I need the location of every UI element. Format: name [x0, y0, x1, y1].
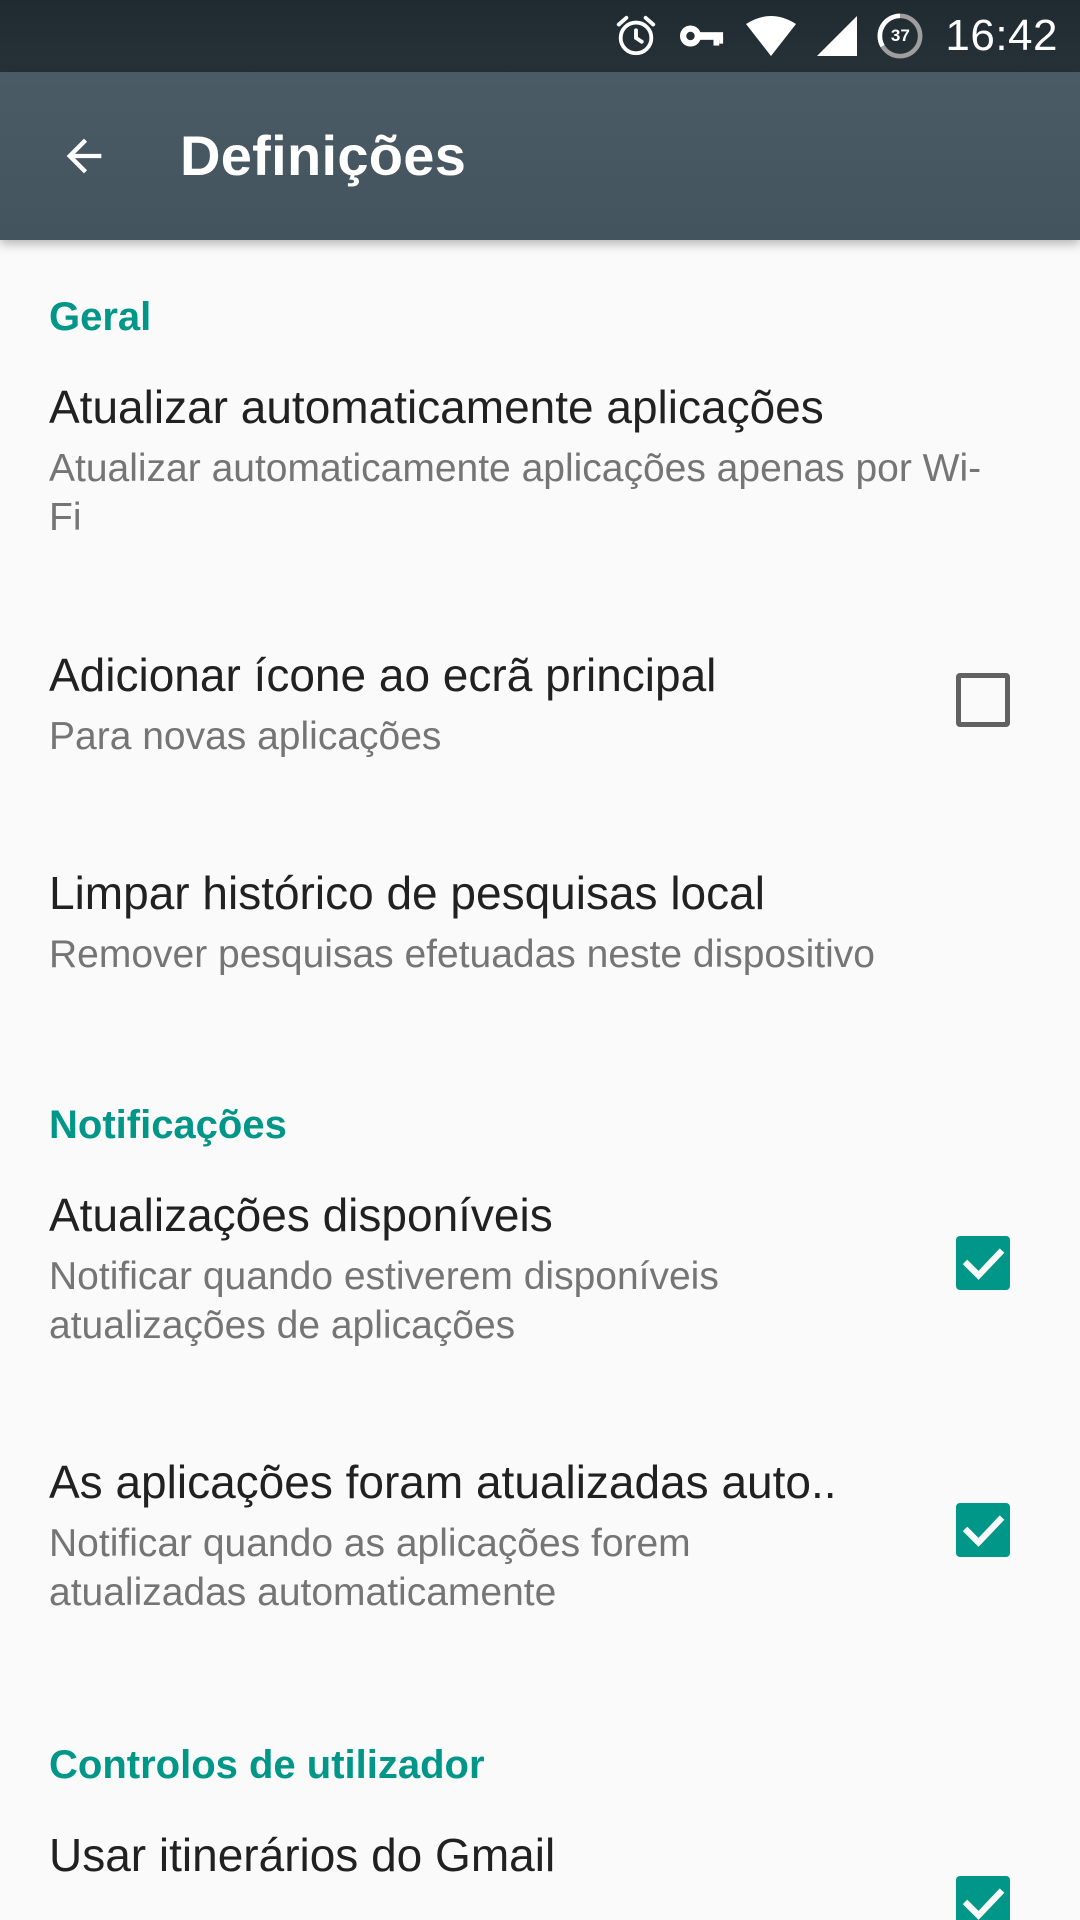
- gmail-itineraries-checkbox[interactable]: [956, 1876, 1010, 1920]
- cellular-signal-icon: [815, 14, 859, 58]
- pref-gmail-itineraries[interactable]: Usar itinerários do Gmail: [0, 1828, 1080, 1920]
- pref-add-icon-title: Adicionar ícone ao ecrã principal: [49, 649, 717, 701]
- add-icon-checkbox[interactable]: [956, 673, 1010, 727]
- arrow-back-icon: [58, 130, 110, 187]
- pref-auto-updated[interactable]: As aplicações foram atualizadas auto.. N…: [0, 1455, 1080, 1655]
- updates-available-checkbox[interactable]: [956, 1236, 1010, 1290]
- check-icon: [962, 1515, 1005, 1547]
- section-header-notifications: Notificações: [49, 1103, 287, 1147]
- page-title: Definições: [180, 124, 467, 187]
- status-icons: 37 16:42: [613, 0, 1058, 72]
- section-header-user-controls: Controlos de utilizador: [49, 1743, 485, 1787]
- pref-add-icon[interactable]: Adicionar ícone ao ecrã principal Para n…: [0, 648, 1080, 788]
- pref-updates-available-summary: Notificar quando estiverem disponíveis a…: [49, 1255, 719, 1347]
- check-icon: [962, 1888, 1005, 1920]
- pref-auto-update-title: Atualizar automaticamente aplicações: [49, 381, 824, 433]
- pref-clear-history[interactable]: Limpar histórico de pesquisas local Remo…: [0, 866, 1080, 1006]
- pref-auto-updated-title: As aplicações foram atualizadas auto..: [49, 1456, 837, 1508]
- battery-level: 37: [890, 26, 910, 45]
- pref-auto-update[interactable]: Atualizar automaticamente aplicações Atu…: [0, 380, 1080, 580]
- settings-screen: 37 16:42 Definições Geral Atualizar auto…: [0, 0, 1080, 1920]
- pref-clear-history-title: Limpar histórico de pesquisas local: [49, 867, 765, 919]
- pref-auto-update-summary: Atualizar automaticamente aplicações ape…: [49, 447, 982, 539]
- auto-updated-checkbox[interactable]: [956, 1503, 1010, 1557]
- app-bar: Definições: [0, 72, 1080, 240]
- section-header-general: Geral: [49, 295, 152, 339]
- vpn-key-icon: [677, 13, 727, 59]
- wifi-icon: [745, 14, 797, 58]
- alarm-icon: [613, 13, 659, 59]
- back-button[interactable]: [40, 114, 128, 202]
- status-bar: 37 16:42: [0, 0, 1080, 72]
- pref-gmail-itineraries-title: Usar itinerários do Gmail: [49, 1829, 556, 1881]
- pref-updates-available[interactable]: Atualizações disponíveis Notificar quand…: [0, 1188, 1080, 1388]
- pref-clear-history-summary: Remover pesquisas efetuadas neste dispos…: [49, 933, 875, 976]
- settings-list: Geral Atualizar automaticamente aplicaçõ…: [0, 240, 1080, 1920]
- pref-add-icon-summary: Para novas aplicações: [49, 715, 442, 758]
- pref-updates-available-title: Atualizações disponíveis: [49, 1189, 553, 1241]
- battery-icon: 37: [877, 13, 923, 59]
- status-time: 16:42: [945, 11, 1058, 60]
- pref-auto-updated-summary: Notificar quando as aplicações forem atu…: [49, 1522, 691, 1614]
- check-icon: [962, 1248, 1005, 1280]
